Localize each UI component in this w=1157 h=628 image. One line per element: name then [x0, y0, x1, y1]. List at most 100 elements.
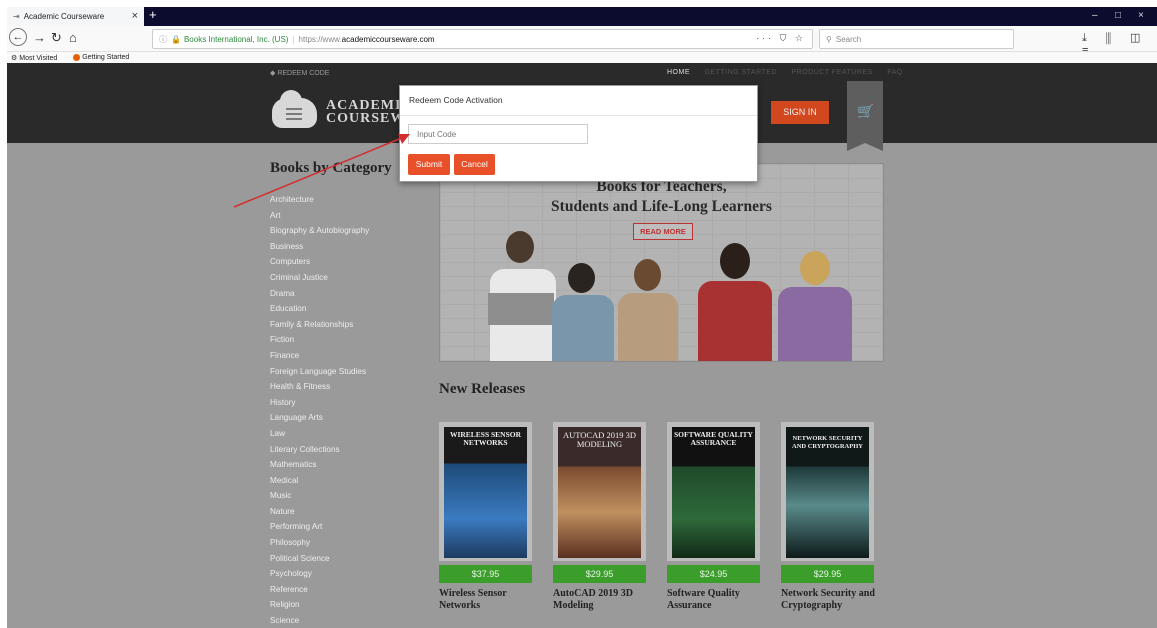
cart-button[interactable]: 🛒 — [847, 81, 883, 151]
info-icon[interactable]: ⓘ — [159, 34, 167, 45]
cancel-button[interactable]: Cancel — [454, 154, 495, 175]
book-cover[interactable]: SOFTWARE QUALITY ASSURANCE — [667, 422, 760, 561]
dialog-divider — [400, 115, 757, 116]
redeem-code-label: REDEEM CODE — [277, 70, 330, 77]
category-link[interactable]: Literary Collections — [270, 442, 369, 458]
page-actions-icon[interactable]: ··· ⛉ ☆ — [756, 33, 806, 44]
price-button[interactable]: $37.95 — [439, 565, 532, 583]
code-input[interactable] — [408, 124, 588, 144]
category-link[interactable]: Medical — [270, 473, 369, 489]
price-button[interactable]: $29.95 — [553, 565, 646, 583]
nav-home[interactable]: HOME — [667, 69, 690, 76]
nav-faq[interactable]: FAQ — [887, 69, 903, 76]
site-identity: Books International, Inc. (US) — [183, 34, 289, 44]
category-link[interactable]: Music — [270, 488, 369, 504]
tab-title: Academic Courseware — [23, 12, 105, 21]
submit-button[interactable]: Submit — [408, 154, 450, 175]
category-link[interactable]: Psychology — [270, 566, 369, 582]
forward-arrow-icon[interactable]: → — [33, 30, 46, 45]
browser-tab[interactable]: ⇥ Academic Courseware × — [7, 7, 144, 26]
category-link[interactable]: Biography & Autobiography — [270, 223, 369, 239]
hero-title: Books for Teachers, Students and Life-Lo… — [440, 177, 883, 217]
book-cover-title: NETWORK SECURITY AND CRYPTOGRAPHY — [792, 435, 863, 450]
cloud-book-icon — [272, 90, 317, 128]
search-icon: ⚲ — [826, 34, 832, 44]
read-more-button[interactable]: READ MORE — [633, 223, 693, 240]
category-link[interactable]: Political Science — [270, 551, 369, 567]
browser-nav-bar: ← → ↻ ⌂ ⓘ 🔒 Books International, Inc. (U… — [7, 26, 1157, 57]
bookmark-label: Getting Started — [82, 54, 130, 62]
tab-close-icon[interactable]: × — [132, 10, 138, 22]
reload-icon[interactable]: ↻ — [51, 30, 62, 46]
tab-favicon-icon: ⇥ — [13, 12, 20, 21]
category-link[interactable]: Computers — [270, 254, 369, 270]
hero-person-illustration — [778, 251, 852, 361]
maximize-button[interactable]: □ — [1115, 10, 1121, 21]
category-list: Architecture Art Biography & Autobiography… — [270, 192, 369, 628]
hero-banner: Books for Teachers, Students and Life-Lo… — [439, 163, 884, 362]
cart-icon: 🛒 — [857, 103, 875, 119]
book-title[interactable]: Network Security and Cryptography — [781, 588, 891, 611]
book-cover[interactable]: NETWORK SECURITY AND CRYPTOGRAPHY — [781, 422, 874, 561]
new-releases-heading: New Releases — [439, 381, 526, 397]
book-title[interactable]: Software Quality Assurance — [667, 588, 777, 611]
redeem-code-link[interactable]: ◆ REDEEM CODE — [270, 69, 329, 77]
url-scheme: https://www. — [298, 34, 342, 44]
category-link[interactable]: Finance — [270, 348, 369, 364]
category-link[interactable]: Mathematics — [270, 457, 369, 473]
price-button[interactable]: $24.95 — [667, 565, 760, 583]
price-button[interactable]: $29.95 — [781, 565, 874, 583]
back-arrow-icon[interactable]: ← — [9, 28, 27, 46]
nav-getting-started[interactable]: GETTING STARTED — [704, 69, 777, 76]
category-link[interactable]: Architecture — [270, 192, 369, 208]
category-link[interactable]: Education — [270, 301, 369, 317]
category-link[interactable]: Criminal Justice — [270, 270, 369, 286]
lock-icon: 🔒 — [171, 34, 181, 44]
new-tab-button[interactable]: + — [149, 7, 157, 22]
window-close-button[interactable]: × — [1138, 10, 1144, 21]
nav-product-features[interactable]: PRODUCT FEATURES — [791, 69, 872, 76]
home-icon[interactable]: ⌂ — [69, 30, 77, 45]
bookmarks-bar: ⚙ Most Visited Getting Started — [7, 52, 1157, 63]
book-cover-title: SOFTWARE QUALITY ASSURANCE — [674, 430, 753, 447]
category-link[interactable]: Family & Relationships — [270, 317, 369, 333]
category-link[interactable]: Science — [270, 613, 369, 628]
browser-tab-bar: ⇥ Academic Courseware × + – □ × — [7, 7, 1157, 26]
top-nav: HOME GETTING STARTED PRODUCT FEATURES FA… — [667, 69, 915, 76]
category-link[interactable]: Nature — [270, 504, 369, 520]
minimize-button[interactable]: – — [1092, 10, 1098, 21]
category-heading: Books by Category — [270, 160, 392, 176]
bookmark-most-visited[interactable]: ⚙ Most Visited — [11, 54, 65, 62]
category-link[interactable]: Philosophy — [270, 535, 369, 551]
firefox-icon — [73, 53, 81, 61]
url-separator: | — [292, 34, 295, 44]
category-link[interactable]: History — [270, 395, 369, 411]
category-link[interactable]: Foreign Language Studies — [270, 364, 369, 380]
book-cover[interactable]: AUTOCAD 2019 3D MODELING — [553, 422, 646, 561]
category-link[interactable]: Fiction — [270, 332, 369, 348]
category-link[interactable]: Law — [270, 426, 369, 442]
dialog-title: Redeem Code Activation — [409, 95, 503, 105]
hero-person-illustration — [618, 259, 678, 361]
search-input[interactable]: ⚲ Search — [819, 29, 1014, 49]
category-link[interactable]: Performing Art — [270, 519, 369, 535]
category-link[interactable]: Language Arts — [270, 410, 369, 426]
url-host: academiccourseware.com — [341, 34, 435, 44]
category-link[interactable]: Business — [270, 239, 369, 255]
category-link[interactable]: Art — [270, 208, 369, 224]
category-link[interactable]: Reference — [270, 582, 369, 598]
book-title[interactable]: Wireless Sensor Networks — [439, 588, 549, 611]
book-cover-title: WIRELESS SENSOR NETWORKS — [449, 430, 522, 447]
category-link[interactable]: Health & Fitness — [270, 379, 369, 395]
category-link[interactable]: Drama — [270, 286, 369, 302]
url-bar[interactable]: ⓘ 🔒 Books International, Inc. (US) | htt… — [152, 29, 813, 49]
search-placeholder: Search — [835, 34, 862, 44]
sign-in-button[interactable]: SIGN IN — [771, 101, 829, 124]
category-link[interactable]: Religion — [270, 597, 369, 613]
bookmark-getting-started[interactable]: Getting Started — [73, 53, 137, 62]
hero-person-illustration — [552, 263, 614, 361]
book-title[interactable]: AutoCAD 2019 3D Modeling — [553, 588, 663, 611]
hero-person-illustration — [488, 231, 560, 361]
book-cover[interactable]: WIRELESS SENSOR NETWORKS — [439, 422, 532, 561]
book-cover-title: AUTOCAD 2019 3D MODELING — [562, 430, 637, 449]
